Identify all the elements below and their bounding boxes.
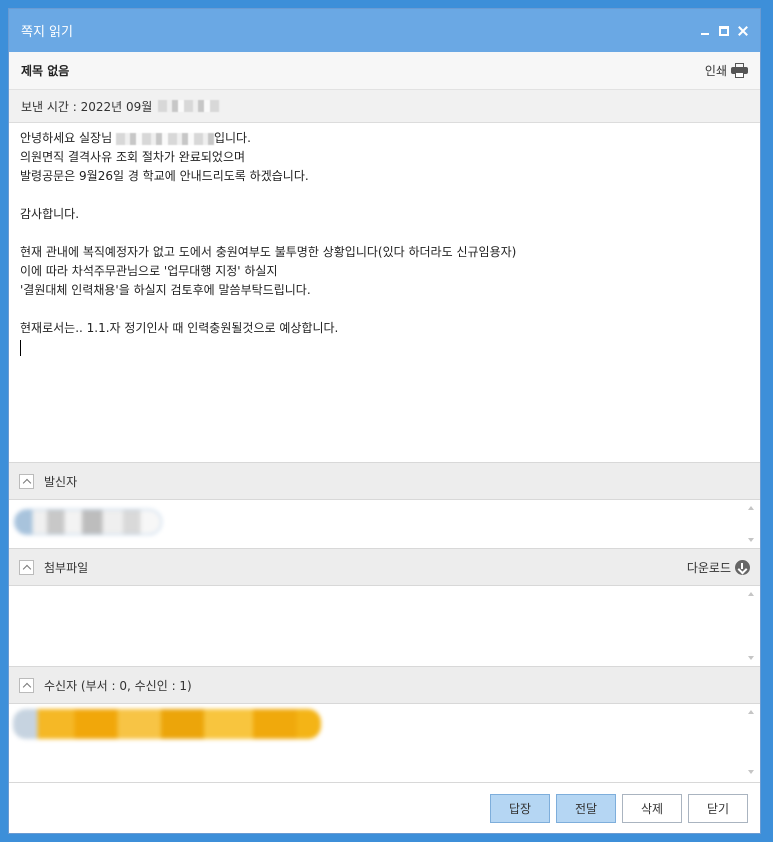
print-label: 인쇄 [704,64,727,78]
body-line: 현재로서는.. 1.1.자 정기인사 때 인력충원될것으로 예상합니다. [20,321,339,335]
print-button[interactable]: 인쇄 [705,62,748,79]
attachments-list [9,586,760,666]
recipients-label: 수신자 (부서 : 0, 수신인 : 1) [44,678,192,693]
scrollbar[interactable] [747,504,756,544]
forward-button[interactable]: 전달 [556,793,616,823]
message-body[interactable]: 안녕하세요 실장님 입니다. 의원면직 결격사유 조회 절차가 완료되었으며 발… [9,123,760,462]
download-label: 다운로드 [686,560,731,575]
attachments-label: 첨부파일 [44,560,89,575]
body-line [20,186,749,205]
titlebar[interactable]: 쪽지 읽기 [9,9,760,52]
window-controls [700,25,748,36]
body-line: 이에 따라 차석주무관님으로 '업무대행 지정' 하실지 [20,264,278,278]
scrollbar[interactable] [747,590,756,662]
download-icon [735,559,750,575]
redacted-name [115,132,214,145]
printer-icon [731,63,748,78]
body-line: 감사합니다. [20,207,80,221]
redacted-time [158,100,221,112]
body-line: '결원대체 인력채용'을 하실지 검토후에 말씀부탁드립니다. [20,283,311,297]
collapse-icon[interactable] [19,559,34,575]
recipients-list [9,704,760,780]
sender-list [9,500,760,548]
body-line-greeting: 안녕하세요 실장님 입니다. [20,131,251,145]
window-title: 쪽지 읽기 [21,25,73,40]
subject-row: 제목 없음 인쇄 [9,52,760,90]
reply-button[interactable]: 답장 [490,793,550,823]
download-button[interactable]: 다운로드 [687,559,750,576]
scrollbar[interactable] [747,708,756,776]
attachments-section-header[interactable]: 첨부파일 다운로드 [9,548,760,586]
maximize-icon[interactable] [719,25,729,36]
recipients-section-header[interactable]: 수신자 (부서 : 0, 수신인 : 1) [9,666,760,704]
body-line: 현재 관내에 복직예정자가 없고 도에서 충원여부도 불투명한 상황입니다(있다… [20,245,517,259]
text-cursor [20,340,21,356]
sender-label: 발신자 [44,474,78,489]
delete-button[interactable]: 삭제 [622,793,682,823]
button-bar: 답장 전달 삭제 닫기 [9,782,760,833]
body-line: 의원면직 결격사유 조회 절차가 완료되었으며 [20,150,246,164]
minimize-icon[interactable] [700,26,710,36]
message-window: 쪽지 읽기 제목 없음 인쇄 보낸 시간 : 2022년 09월 안녕하세요 실… [8,8,761,834]
collapse-icon[interactable] [19,677,34,693]
message-subject: 제목 없음 [21,64,70,78]
collapse-icon[interactable] [19,473,34,489]
recipient-chip[interactable] [13,709,321,739]
body-line [20,300,749,319]
sent-time-row: 보낸 시간 : 2022년 09월 [9,90,760,123]
sender-section-header[interactable]: 발신자 [9,462,760,500]
close-icon[interactable] [738,26,748,36]
body-line [20,224,749,243]
sender-chip[interactable] [14,509,162,535]
close-button[interactable]: 닫기 [688,793,748,823]
body-line: 발령공문은 9월26일 경 학교에 안내드리도록 하겠습니다. [20,169,309,183]
sent-time: 보낸 시간 : 2022년 09월 [21,99,153,114]
